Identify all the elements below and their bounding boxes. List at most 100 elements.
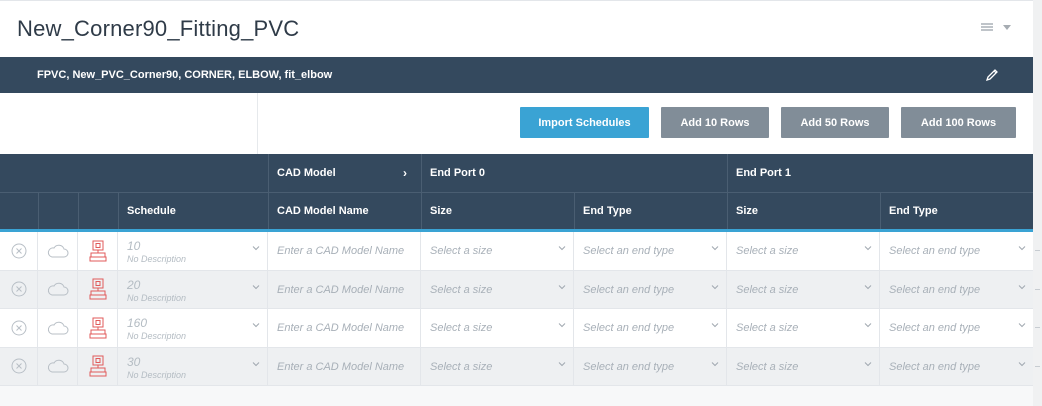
cloud-cell [38, 270, 78, 308]
chevron-down-icon[interactable] [864, 360, 872, 368]
column-header-cad-model-name[interactable]: CAD Model Name [268, 193, 421, 229]
size-1-select[interactable]: Select a size [727, 347, 880, 385]
end-type-1-select[interactable]: Select an end type [880, 271, 1033, 309]
chevron-down-icon[interactable] [1018, 360, 1026, 368]
toolbar-divider [257, 93, 258, 154]
chevron-down-icon[interactable] [558, 244, 566, 252]
fitting-info-bar: FPVC, New_PVC_Corner90, CORNER, ELBOW, f… [0, 57, 1033, 93]
column-header-end-type-0[interactable]: End Type [574, 193, 727, 229]
chevron-down-icon[interactable] [558, 283, 566, 291]
cloud-icon[interactable] [47, 321, 69, 335]
cad-component-icon[interactable] [89, 317, 107, 339]
cad-component-icon[interactable] [89, 240, 107, 262]
chevron-down-icon[interactable] [711, 244, 719, 252]
group-header-end-port-0: End Port 0 [430, 167, 486, 179]
schedule-cell[interactable]: 20 No Description [118, 270, 268, 308]
cad-cell [78, 270, 118, 308]
size-0-placeholder: Select a size [430, 283, 493, 296]
cad-model-name-placeholder: Enter a CAD Model Name [277, 245, 405, 257]
size-1-select[interactable]: Select a size [727, 309, 880, 347]
size-0-select[interactable]: Select a size [421, 232, 574, 270]
chevron-down-icon[interactable] [1018, 321, 1026, 329]
end-type-0-select[interactable]: Select an end type [574, 309, 727, 347]
end-type-1-placeholder: Select an end type [889, 283, 981, 296]
add-100-rows-button[interactable]: Add 100 Rows [901, 107, 1016, 138]
add-10-rows-button[interactable]: Add 10 Rows [661, 107, 769, 138]
end-type-0-select[interactable]: Select an end type [574, 270, 727, 308]
cad-cell [78, 232, 118, 270]
chevron-down-icon[interactable] [252, 244, 260, 252]
cad-model-name-input[interactable]: Enter a CAD Model Name [268, 347, 421, 385]
cad-model-name-placeholder: Enter a CAD Model Name [277, 283, 405, 296]
end-type-0-placeholder: Select an end type [583, 322, 675, 334]
schedule-cell[interactable]: 30 No Description [118, 347, 268, 385]
end-type-0-placeholder: Select an end type [583, 360, 675, 373]
schedule-value: 30 [127, 354, 141, 369]
cloud-icon[interactable] [47, 244, 69, 258]
chevron-down-icon[interactable] [252, 321, 260, 329]
chevron-down-icon[interactable] [711, 360, 719, 368]
chevron-down-icon[interactable] [1018, 283, 1026, 291]
remove-circle-icon[interactable] [11, 281, 27, 297]
pencil-icon[interactable] [985, 68, 999, 82]
chevron-down-icon[interactable] [864, 321, 872, 329]
chevron-down-icon[interactable] [1018, 244, 1026, 252]
chevron-down-icon[interactable] [558, 321, 566, 329]
group-header-cad-model[interactable]: CAD Model › [268, 154, 421, 192]
cad-model-name-placeholder: Enter a CAD Model Name [277, 322, 405, 334]
toolbar: Import Schedules Add 10 Rows Add 50 Rows… [0, 93, 1033, 154]
schedule-description: No Description [127, 331, 187, 341]
size-0-select[interactable]: Select a size [421, 270, 574, 308]
page-menu-button[interactable] [981, 23, 1011, 31]
end-type-0-placeholder: Select an end type [583, 245, 675, 257]
size-1-select[interactable]: Select a size [727, 270, 880, 308]
size-1-select[interactable]: Select a size [727, 232, 880, 270]
end-type-1-select[interactable]: Select an end type [880, 309, 1033, 347]
chevron-down-icon[interactable] [864, 244, 872, 252]
column-header-size-0[interactable]: Size [421, 193, 574, 229]
schedule-description: No Description [127, 369, 187, 380]
add-50-rows-button[interactable]: Add 50 Rows [781, 107, 889, 138]
end-type-1-select[interactable]: Select an end type [880, 348, 1033, 386]
caret-down-icon [1003, 24, 1011, 30]
cad-model-name-input[interactable]: Enter a CAD Model Name [268, 232, 421, 270]
end-type-0-select[interactable]: Select an end type [574, 347, 727, 385]
chevron-down-icon[interactable] [558, 360, 566, 368]
size-1-placeholder: Select a size [736, 283, 799, 296]
chevron-right-icon[interactable]: › [403, 166, 407, 180]
cad-model-name-input[interactable]: Enter a CAD Model Name [268, 309, 421, 347]
cloud-icon[interactable] [47, 359, 69, 373]
chevron-down-icon[interactable] [252, 283, 260, 291]
column-header-end-type-1[interactable]: End Type [880, 193, 1033, 229]
schedule-cell[interactable]: 160 No Description [118, 309, 268, 347]
chevron-down-icon[interactable] [711, 321, 719, 329]
page-title: New_Corner90_Fitting_PVC [17, 16, 300, 41]
chevron-down-icon[interactable] [864, 283, 872, 291]
table-row: 30 No Description Enter a CAD Model Name… [0, 347, 1033, 386]
cad-cell [78, 347, 118, 385]
size-0-select[interactable]: Select a size [421, 309, 574, 347]
cad-component-icon[interactable] [89, 278, 107, 300]
scrollbar[interactable] [1033, 0, 1042, 406]
schedule-cell[interactable]: 10 No Description [118, 232, 268, 270]
chevron-down-icon[interactable] [711, 283, 719, 291]
remove-circle-icon[interactable] [11, 358, 27, 374]
schedule-description: No Description [127, 292, 187, 303]
column-header-schedule[interactable]: Schedule [118, 193, 268, 229]
end-type-1-select[interactable]: Select an end type [880, 232, 1033, 270]
size-0-select[interactable]: Select a size [421, 347, 574, 385]
import-schedules-button[interactable]: Import Schedules [520, 107, 649, 138]
end-type-0-select[interactable]: Select an end type [574, 232, 727, 270]
size-1-placeholder: Select a size [736, 322, 799, 334]
column-header-size-1[interactable]: Size [727, 193, 880, 229]
table-row: 160 No Description Enter a CAD Model Nam… [0, 309, 1033, 348]
remove-circle-icon[interactable] [11, 243, 27, 259]
schedule-description: No Description [127, 254, 187, 264]
cad-component-icon[interactable] [89, 355, 107, 377]
size-0-placeholder: Select a size [430, 245, 493, 257]
cad-model-name-input[interactable]: Enter a CAD Model Name [268, 270, 421, 308]
chevron-down-icon[interactable] [252, 360, 260, 368]
remove-circle-icon[interactable] [11, 320, 27, 336]
cloud-icon[interactable] [47, 282, 69, 296]
group-header-cad-model-label: CAD Model [277, 167, 336, 179]
